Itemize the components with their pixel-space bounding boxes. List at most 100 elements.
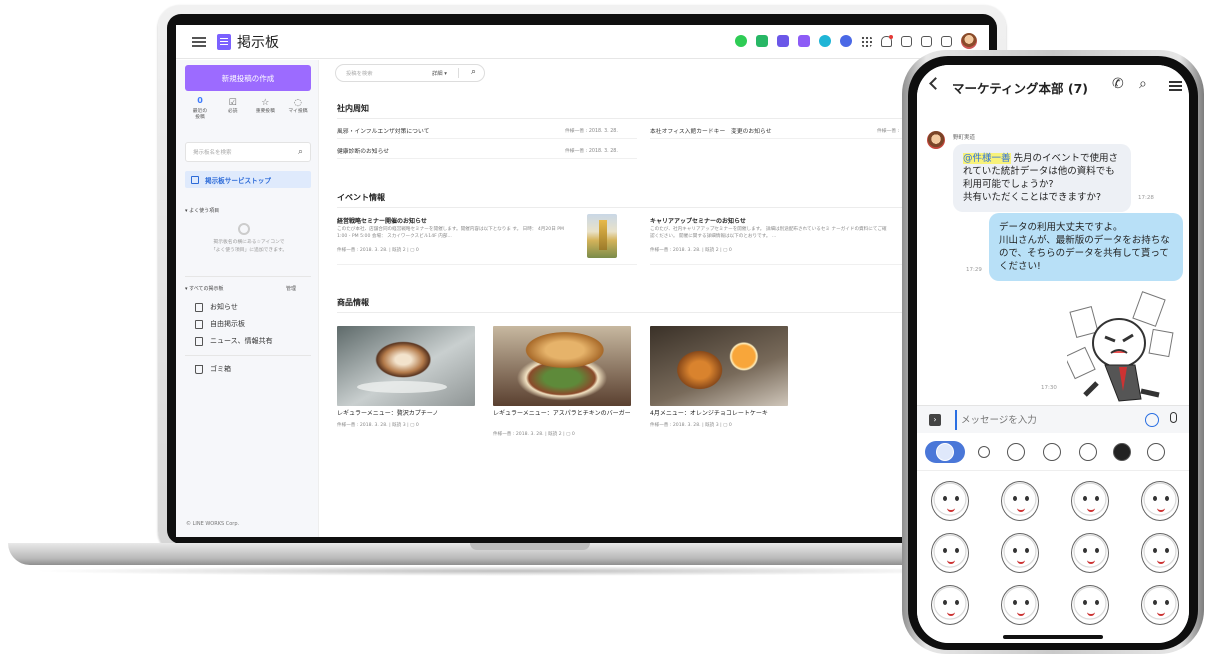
star-icon: ☆ [261,98,270,108]
manage-link[interactable]: 管理 [286,285,296,292]
quick-recent[interactable]: 0 最近の 投稿 [186,96,214,121]
favorites-section-label[interactable]: ▾ よく使う項目 [185,207,219,214]
menu-icon[interactable] [1169,81,1182,91]
search-icon[interactable]: ⌕ [471,67,476,77]
user-avatar[interactable] [961,33,977,49]
product-post-title[interactable]: レギュラーメニュー：アスパラとチキンのバーガー [493,410,633,418]
talk-app-icon[interactable] [735,35,747,47]
sidebar-item-trash[interactable]: ゴミ箱 [195,364,231,374]
sticker-item[interactable] [1071,481,1109,521]
mail-app-icon[interactable] [756,35,768,47]
phone-call-icon[interactable]: ✆ [1112,76,1124,92]
product-image-cappuccino[interactable] [337,326,475,406]
calendar-app-icon[interactable] [777,35,789,47]
sticker-pack-icon[interactable] [1079,443,1097,461]
help-icon[interactable] [921,35,932,47]
incoming-message-bubble[interactable]: @件様一善 先月のイベントで使用されていた統計データは他の資料でも利用可能でしょ… [953,144,1131,212]
post-search-input[interactable]: 投稿を検索 詳細 ▾ ⌕ [335,64,485,82]
notice-post-title[interactable]: 風邪・インフルエンザ対策について [337,126,429,135]
event-post-title[interactable]: 経営戦略セミナー開催のお知らせ [337,216,427,225]
recent-clock-icon[interactable] [978,446,990,458]
emoji-icon[interactable] [1145,413,1159,427]
notice-post-meta: 件様一善 : 2018. 3. 28. [565,129,618,134]
board-app-window: 掲示板 新規投稿の作成 0 最近の 投稿 ☑ 必読 ☆ 重要投稿 ◌ マイ投稿 … [176,25,989,537]
event-post-body: このたび、社内キャリアアップセミナーを開催します。 詳細は別途配布されているセミ… [650,227,887,239]
event-thumbnail-image[interactable] [587,214,617,258]
sticker-item[interactable] [1071,585,1109,625]
sticker-item[interactable] [1141,481,1179,521]
section-title-products: 商品情報 [337,298,369,307]
quick-must-read[interactable]: ☑ 必読 [219,98,247,121]
row-divider [337,138,637,139]
main-content: 投稿を検索 詳細 ▾ ⌕ 社内周知 風邪・インフルエンザ対策について 件様一善 … [319,60,989,537]
contacts-app-icon[interactable] [840,35,852,47]
bell-icon[interactable] [881,34,893,47]
hamburger-menu-icon[interactable] [192,36,206,47]
sticker-item[interactable] [1141,585,1179,625]
sticker-item[interactable] [1001,533,1039,573]
gear-icon[interactable] [941,35,952,47]
board-search-input[interactable]: 掲示板名を検索 ⌕ [185,142,311,162]
event-post-meta: 件様一善 : 2018. 3. 28. | 既読 2 | ▢ 0 [337,248,419,253]
message-input[interactable] [955,410,1149,430]
sticker-message[interactable] [1067,291,1179,403]
back-icon[interactable] [929,77,942,90]
sticker-pack-icon[interactable] [936,443,954,461]
chat-room-title: マーケティング本部 (7) [952,81,1088,96]
new-post-button[interactable]: 新規投稿の作成 [185,65,311,91]
phone-screen: マーケティング本部 (7) ✆ ⌕ 野町実道 @件様一善 先月のイベントで使用さ… [917,65,1189,643]
event-post-title[interactable]: キャリアアップセミナーのお知らせ [650,216,746,225]
message-time: 17:29 [966,267,982,273]
sticker-item[interactable] [1071,533,1109,573]
sender-avatar[interactable] [927,131,945,149]
notice-post-meta: 件様一善 : 2018. 3. 28. [565,149,618,154]
all-boards-section-label[interactable]: ▾ すべての掲示板 [185,285,224,292]
home-indicator[interactable] [1003,635,1103,639]
sticker-pack-icon[interactable] [1113,443,1131,461]
sticker-pack-icon[interactable] [1043,443,1061,461]
board-list-icon [191,175,199,184]
top-bar: 掲示板 [176,25,989,59]
notice-post-title[interactable]: 本社オフィス入館カードキー 変更のお知らせ [650,126,772,135]
outgoing-message-bubble[interactable]: データの利用大丈夫ですよ。 川山さんが、最新版のデータをお持ちなので、そちらのデ… [989,213,1183,281]
laptop-shadow [30,566,990,576]
section-divider [337,207,977,208]
sticker-item[interactable] [931,533,969,573]
board-app-shortcut-icon[interactable] [798,35,810,47]
favorites-empty-icon [238,223,250,235]
sidebar-item-news[interactable]: ニュース、情報共有 [195,336,273,346]
sticker-item[interactable] [1141,533,1179,573]
sticker-item[interactable] [1001,585,1039,625]
search-detail-dropdown[interactable]: 詳細 ▾ [432,69,447,77]
sidebar-item-free-board[interactable]: 自由掲示板 [195,319,245,329]
quick-label: 最近の 投稿 [192,109,208,120]
search-icon[interactable]: ⌕ [1139,76,1147,92]
sticker-item[interactable] [1001,481,1039,521]
mention-tag[interactable]: @件様一善 [963,153,1011,164]
sticker-pack-icon[interactable] [1007,443,1025,461]
section-divider [337,118,977,119]
chat-bubble-icon: ◌ [294,98,302,108]
board-app-icon [217,33,231,50]
board-search-placeholder: 掲示板名を検索 [193,150,232,156]
quick-my-posts[interactable]: ◌ マイ投稿 [284,98,312,121]
quick-important[interactable]: ☆ 重要投稿 [251,98,279,121]
notice-post-title[interactable]: 健康診断のお知らせ [337,146,389,155]
org-chart-icon[interactable] [901,35,912,47]
sticker-item[interactable] [931,585,969,625]
chat-header: マーケティング本部 (7) ✆ ⌕ [917,65,1189,107]
service-top-link[interactable]: 掲示板サービストップ [185,171,311,188]
sticker-pack-icon[interactable] [1147,443,1165,461]
app-grid-icon[interactable] [861,35,872,47]
search-icon[interactable]: ⌕ [298,147,303,157]
drive-app-icon[interactable] [819,35,831,47]
product-post-title[interactable]: 4月メニュー：オレンジチョコレートケーキ [650,410,790,418]
expand-icon[interactable]: › [929,414,941,426]
sidebar-item-notices[interactable]: お知らせ [195,302,238,312]
sticker-item[interactable] [931,481,969,521]
recent-count: 0 [197,96,203,105]
product-post-title[interactable]: レギュラーメニュー：贅沢カプチーノ [337,410,477,418]
product-image-cake[interactable] [650,326,788,406]
product-image-burger[interactable] [493,326,631,406]
mic-icon[interactable] [1170,412,1177,423]
